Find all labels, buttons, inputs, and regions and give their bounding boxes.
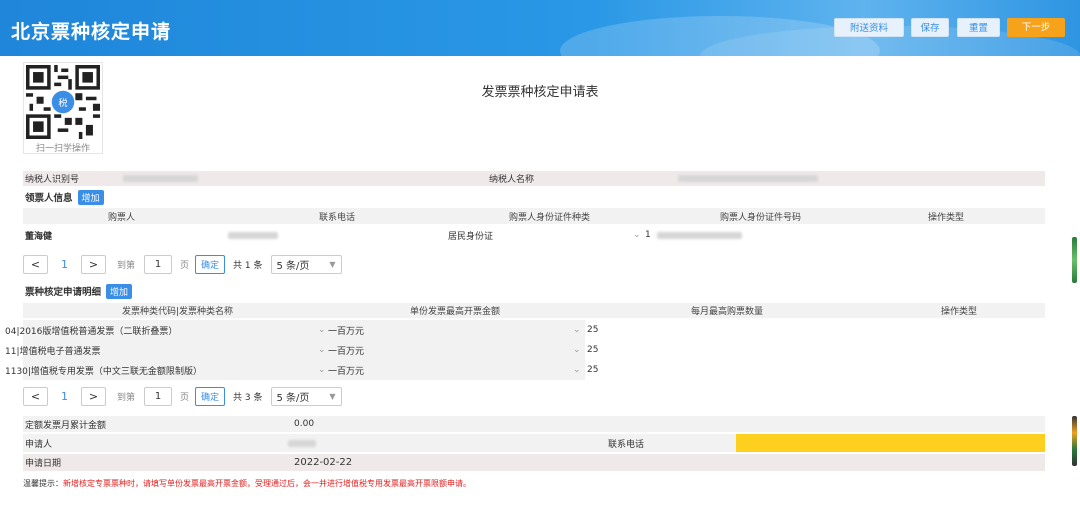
hint-message: 新增核定专票票种时，请填写单份发票最高开票金额，受理通过后，会一并进行增值税专用…	[63, 479, 471, 488]
qr-caption: 扫一扫学操作	[35, 144, 90, 154]
date-label: 申请日期	[25, 459, 62, 469]
applicant-row: 申请人 联系电话	[23, 434, 1045, 452]
add-invoice-type-button[interactable]: 增加	[106, 283, 133, 299]
max-amount-select[interactable]: 一百万元	[328, 360, 364, 380]
goto-confirm-button[interactable]: 确定	[195, 254, 226, 274]
taxpayer-name-label: 纳税人名称	[489, 175, 535, 185]
hint-prefix: 温馨提示：	[23, 479, 63, 488]
invoice-section-title: 票种核定申请明细	[25, 287, 102, 298]
chevron-down-icon: ⌄	[318, 325, 326, 335]
invoice-type-select[interactable]: 04|2016版增值税普通发票（二联折叠票）	[5, 320, 177, 340]
form-title: 发票票种核定申请表	[481, 85, 599, 100]
chevron-down-icon: ⌄	[318, 365, 326, 375]
phone-input[interactable]	[736, 434, 1045, 452]
taxpayer-row: 纳税人识别号 纳税人名称	[23, 171, 1045, 186]
column-header: 单份发票最高开票金额	[410, 307, 501, 317]
invoice-table-header: 发票种类代码|发票种类名称 单份发票最高开票金额 每月最高购票数量 操作类型	[23, 303, 1045, 318]
goto-label: 到第	[117, 392, 136, 403]
chevron-down-icon: ▼	[329, 259, 336, 269]
goto-page-input[interactable]: 1	[144, 254, 173, 274]
qr-code-image: 税	[26, 65, 100, 139]
page-size-select[interactable]: 5 条/页 ▼	[270, 386, 342, 406]
monthly-qty-input[interactable]: 25	[585, 340, 870, 360]
next-step-button[interactable]: 下一步	[1007, 18, 1065, 37]
next-page-button[interactable]: >	[81, 386, 106, 406]
scroll-indicator[interactable]	[1072, 237, 1077, 283]
applicant-value[interactable]	[288, 439, 316, 447]
buyer-pagination: < 1 > 到第 1 页 确定 共 1 条 5 条/页 ▼	[23, 254, 342, 274]
chevron-down-icon: ⌄	[573, 325, 581, 335]
qr-code-card: 税 扫一扫学操作	[23, 62, 103, 154]
prev-page-button[interactable]: <	[23, 254, 48, 274]
app-header: 北京票种核定申请 附送资料 保存 重置 下一步	[0, 0, 1080, 56]
prev-page-button[interactable]: <	[23, 386, 48, 406]
total-count: 共 3 条	[233, 392, 263, 403]
goto-page-input[interactable]: 1	[144, 386, 173, 406]
chevron-down-icon: ▼	[329, 391, 336, 401]
total-count: 共 1 条	[233, 260, 263, 271]
invoice-section-header: 票种核定申请明细 增加	[23, 283, 1045, 299]
monthly-qty-input[interactable]: 25	[585, 320, 870, 340]
invoice-type-select[interactable]: 1130|增值税专用发票（中文三联无金额限制版）	[5, 360, 202, 380]
column-header: 操作类型	[928, 212, 965, 223]
phone-label: 联系电话	[608, 439, 645, 450]
column-header: 联系电话	[319, 212, 356, 223]
column-header: 购票人	[108, 212, 136, 223]
chevron-down-icon: ⌄	[318, 345, 326, 355]
column-header: 操作类型	[941, 307, 978, 317]
goto-confirm-button[interactable]: 确定	[195, 386, 226, 406]
table-row: 董海健 居民身份证 ⌄ 1	[23, 226, 1045, 244]
chevron-down-icon: ⌄	[573, 345, 581, 355]
column-header: 购票人身份证件号码	[720, 212, 802, 223]
monthly-total-label: 定额发票月累计金额	[25, 420, 107, 431]
add-buyer-button[interactable]: 增加	[77, 189, 104, 205]
invoice-pagination: < 1 > 到第 1 页 确定 共 3 条 5 条/页 ▼	[23, 386, 342, 406]
monthly-total-value: 0.00	[294, 419, 315, 429]
buyer-id-number[interactable]: 1	[645, 226, 742, 244]
page-size-select[interactable]: 5 条/页 ▼	[270, 254, 342, 274]
chevron-down-icon: ⌄	[633, 230, 641, 240]
next-page-button[interactable]: >	[81, 254, 106, 274]
save-button[interactable]: 保存	[911, 18, 949, 37]
buyer-section-header: 领票人信息 增加	[23, 189, 1045, 205]
column-header: 购票人身份证件种类	[509, 212, 591, 223]
table-row: 04|2016版增值税普通发票（二联折叠票） ⌄ 一百万元 ⌄ 25	[5, 320, 870, 340]
page-title: 北京票种核定申请	[11, 21, 172, 43]
current-page[interactable]: 1	[52, 258, 77, 271]
invoice-type-select[interactable]: 11|增值税电子普通发票	[5, 340, 101, 360]
buyer-name[interactable]: 董海健	[25, 226, 52, 244]
buyer-id-type-select[interactable]: 居民身份证	[448, 226, 493, 244]
scroll-indicator[interactable]	[1072, 416, 1077, 466]
current-page[interactable]: 1	[52, 390, 77, 403]
monthly-qty-input[interactable]: 25	[585, 360, 870, 380]
column-header: 发票种类代码|发票种类名称	[122, 307, 234, 317]
taxpayer-name-value	[678, 175, 818, 182]
monthly-total-row: 定额发票月累计金额 0.00	[23, 416, 1045, 432]
max-amount-select[interactable]: 一百万元	[328, 340, 364, 360]
goto-label: 到第	[117, 260, 136, 271]
column-header: 每月最高购票数量	[691, 307, 764, 317]
page-unit-label: 页	[180, 392, 190, 403]
buyer-section-title: 领票人信息	[25, 193, 73, 204]
max-amount-select[interactable]: 一百万元	[328, 320, 364, 340]
invoice-rows: 04|2016版增值税普通发票（二联折叠票） ⌄ 一百万元 ⌄ 25 11|增值…	[5, 320, 1045, 380]
applicant-label: 申请人	[25, 439, 53, 450]
hint-text: 温馨提示：新增核定专票票种时，请填写单份发票最高开票金额，受理通过后，会一并进行…	[23, 478, 471, 489]
page-unit-label: 页	[180, 260, 190, 271]
date-row: 申请日期 2022-02-22	[23, 454, 1045, 471]
table-row: 11|增值税电子普通发票 ⌄ 一百万元 ⌄ 25	[5, 340, 870, 360]
date-value[interactable]: 2022-02-22	[294, 454, 352, 471]
table-row: 1130|增值税专用发票（中文三联无金额限制版） ⌄ 一百万元 ⌄ 25	[5, 360, 870, 380]
taxpayer-id-value	[123, 175, 198, 182]
reset-button[interactable]: 重置	[957, 18, 1000, 37]
buyer-table-header: 购票人 联系电话 购票人身份证件种类 购票人身份证件号码 操作类型	[23, 208, 1045, 224]
chevron-down-icon: ⌄	[573, 365, 581, 375]
buyer-phone[interactable]	[228, 231, 278, 239]
attach-documents-button[interactable]: 附送资料	[834, 18, 904, 37]
taxpayer-id-label: 纳税人识别号	[25, 175, 80, 185]
